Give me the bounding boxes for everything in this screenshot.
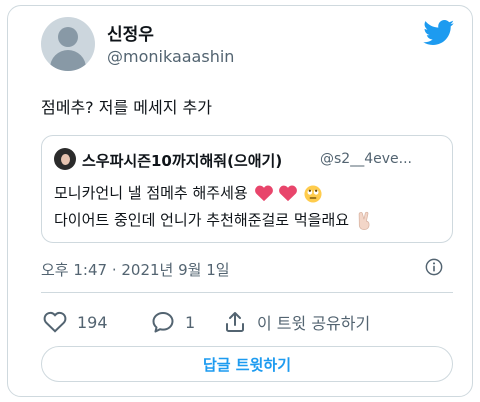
author-handle[interactable]: @monikaaashin: [107, 47, 234, 66]
share-label: 이 트윗 공유하기: [257, 314, 371, 333]
author-name[interactable]: 신정우: [107, 20, 154, 45]
quoted-text-line-2-content: 다이어트 중인데 언니가 추천해준걸로 먹을래요: [54, 211, 350, 229]
quoted-text-line-1: 모니카언니 낼 점메추 해주세용: [54, 182, 322, 203]
victory-hand-emoji-icon: [358, 211, 370, 230]
reply-tweet-button-label: 답글 트윗하기: [202, 355, 292, 374]
reply-count: 1: [185, 312, 196, 332]
like-count: 194: [77, 312, 108, 332]
reply-tweet-button[interactable]: 답글 트윗하기: [41, 346, 453, 382]
share-icon: [226, 312, 244, 332]
heart-emoji-icon: [254, 185, 273, 202]
twitter-bird-icon[interactable]: [423, 20, 455, 46]
quoted-tweet[interactable]: 스우파시즌10까지해줘(으애기) @s2__4eve... 모니카언니 낼 점메…: [41, 135, 453, 243]
reply-bubble-icon: [152, 312, 174, 333]
quoted-author-handle: @s2__4eve...: [320, 151, 412, 167]
rolling-eyes-emoji-icon: [304, 184, 322, 203]
quoted-author-avatar[interactable]: [54, 148, 76, 170]
quoted-text-line-1-content: 모니카언니 낼 점메추 해주세용: [54, 184, 248, 202]
quoted-text-line-2: 다이어트 중인데 언니가 추천해준걸로 먹을래요: [54, 209, 373, 230]
actions-divider: [41, 292, 453, 293]
heart-outline-icon: [43, 311, 67, 333]
reply-button[interactable]: 1: [151, 310, 195, 334]
info-icon[interactable]: [425, 258, 443, 276]
avatar-head-shape: [58, 27, 78, 47]
share-tweet-button[interactable]: 이 트윗 공유하기: [223, 310, 370, 334]
quoted-author-name: 스우파시즌10까지해줘(으애기): [82, 152, 283, 170]
tweet-card: 신정우 @monikaaashin 점메추? 저를 메세지 추가 스우파시즌10…: [7, 5, 473, 397]
like-button[interactable]: 194: [43, 310, 108, 334]
quoted-avatar-face: [61, 154, 70, 165]
tweet-text: 점메추? 저를 메세지 추가: [41, 98, 212, 117]
avatar-body-shape: [50, 50, 86, 71]
tweet-timestamp[interactable]: 오후 1:47 · 2021년 9월 1일: [41, 259, 230, 280]
author-avatar[interactable]: [41, 17, 95, 71]
heart-emoji-icon: [279, 185, 298, 202]
